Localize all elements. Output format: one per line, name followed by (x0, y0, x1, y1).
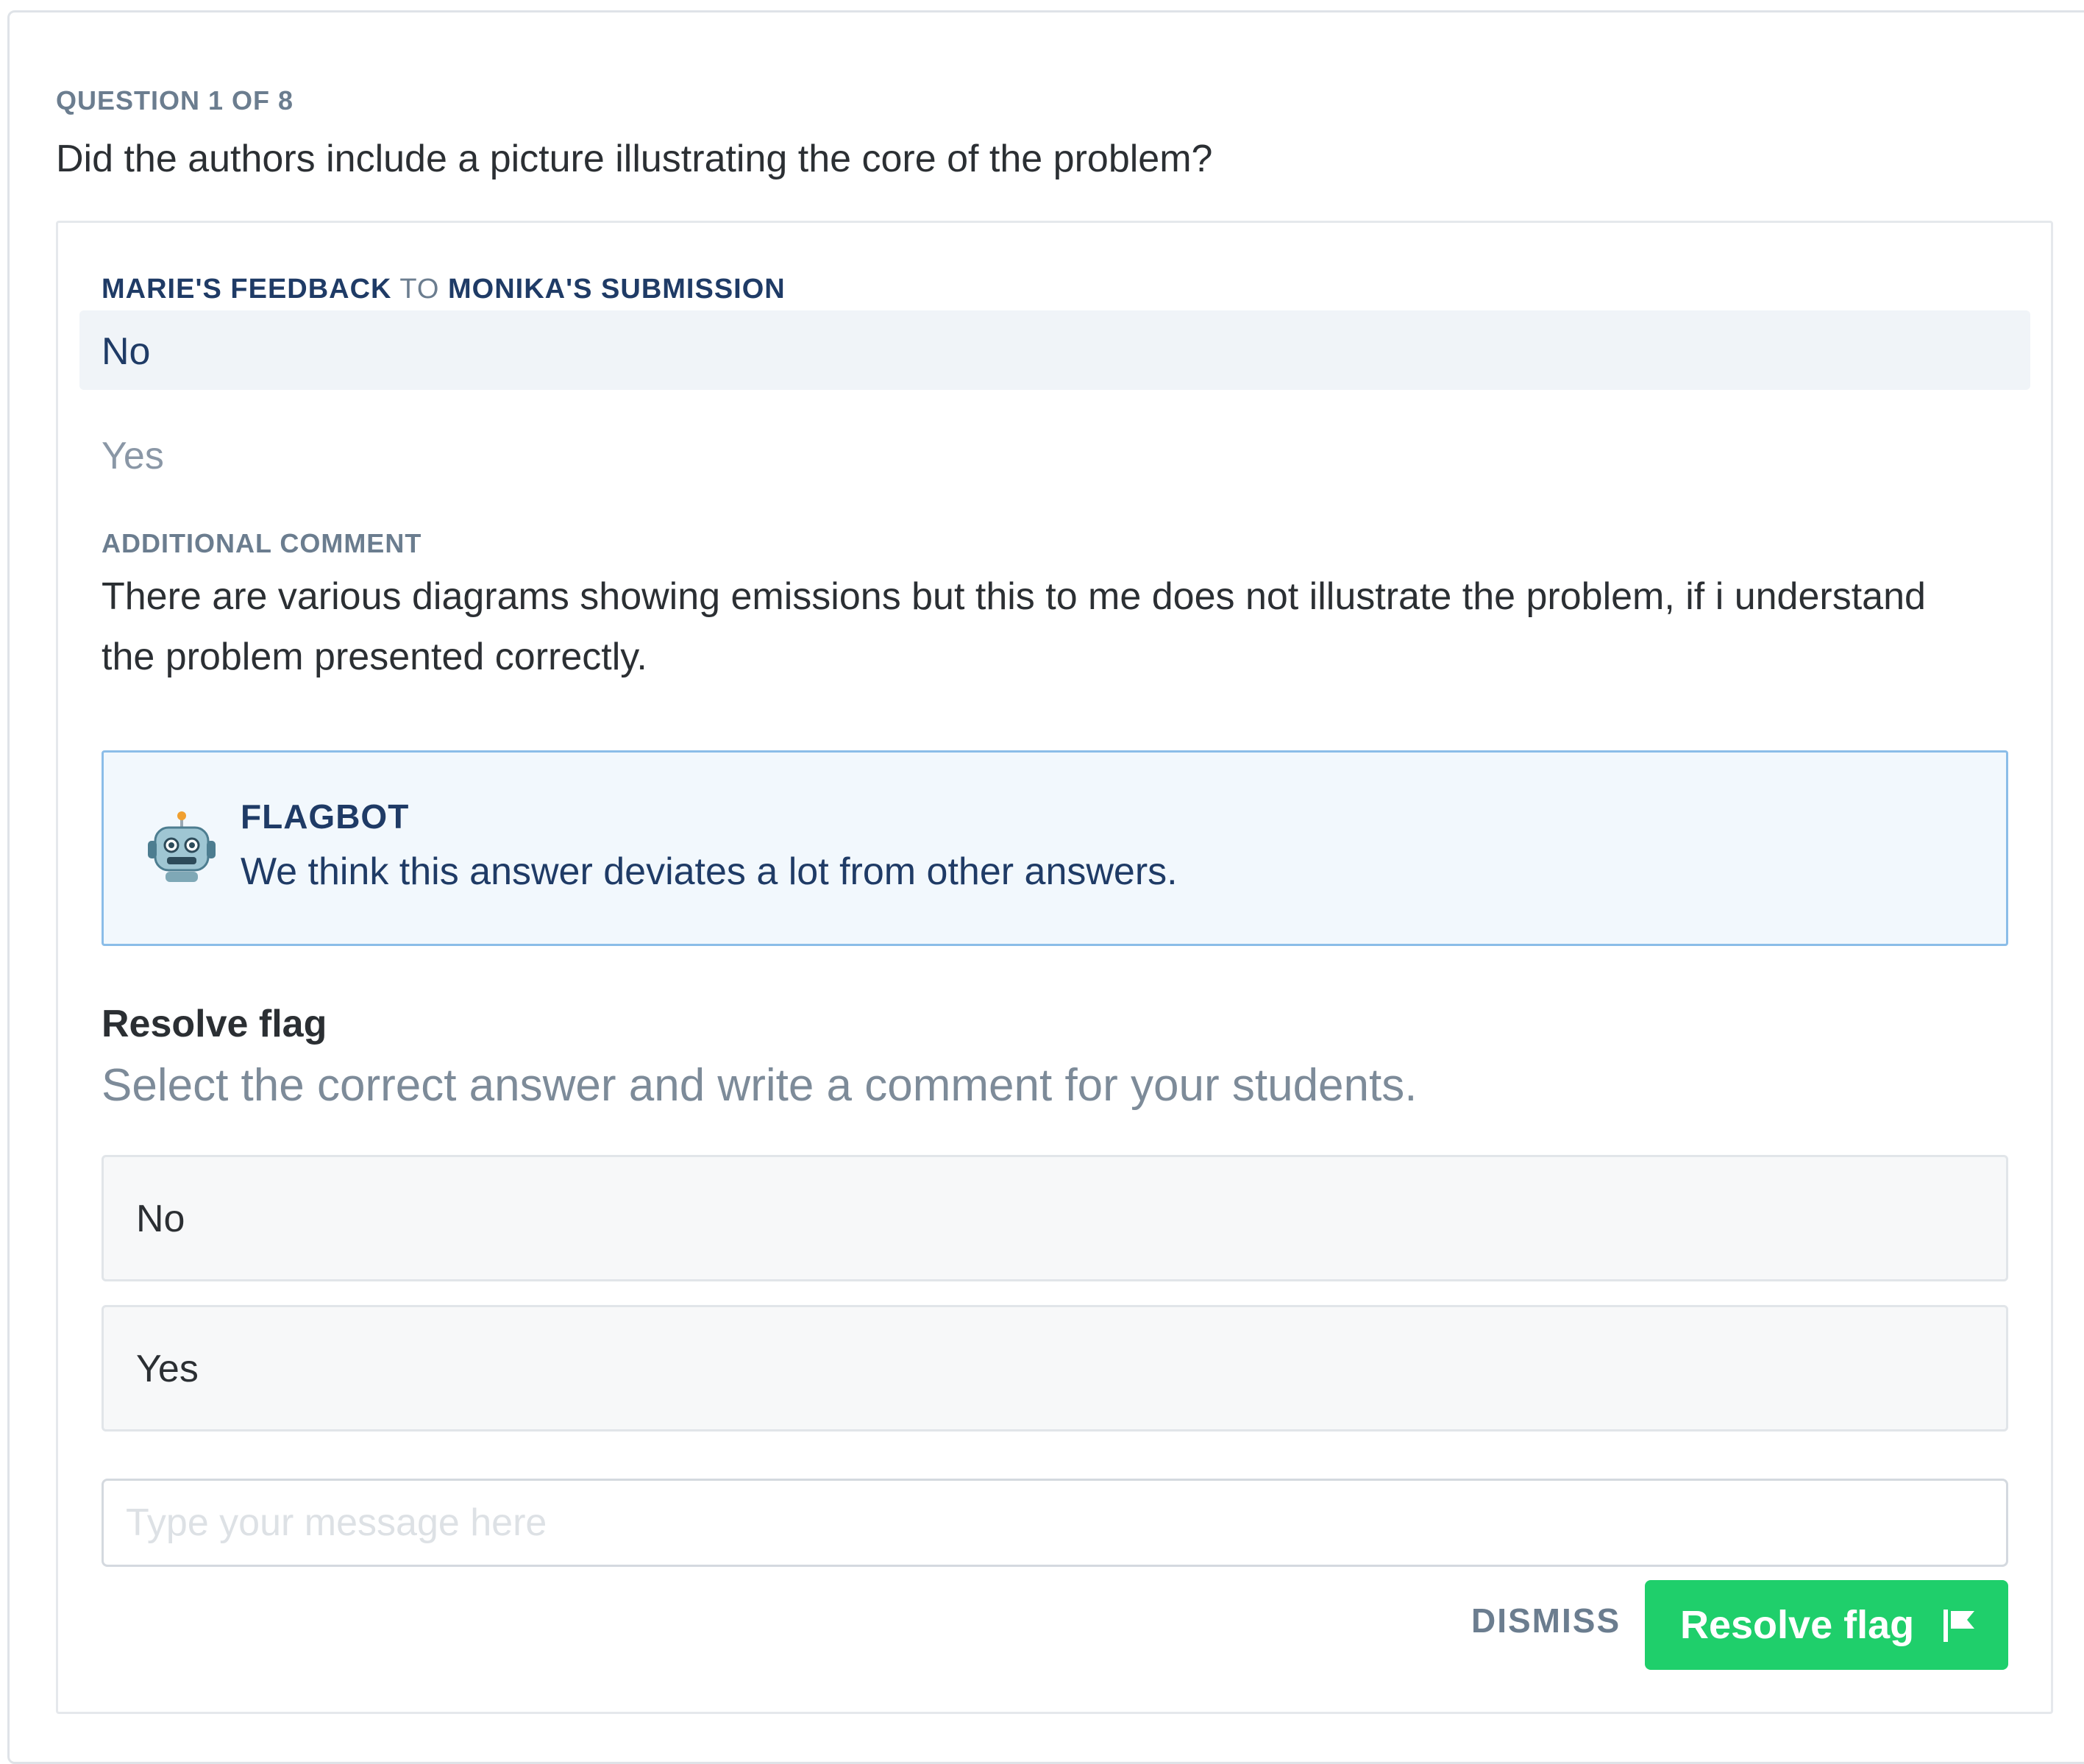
answer-option-yes[interactable]: Yes (102, 1305, 2008, 1432)
resolve-subtitle: Select the correct answer and write a co… (102, 1060, 1418, 1111)
flagbot-alert: FLAGBOT We think this answer deviates a … (102, 750, 2008, 946)
flag-icon (1943, 1610, 1974, 1642)
answer-option-no[interactable]: No (102, 1155, 2008, 1281)
flagbot-title: FLAGBOT (241, 797, 410, 836)
resolve-flag-label: Resolve flag (1680, 1603, 1915, 1647)
comment-label: ADDITIONAL COMMENT (102, 528, 422, 558)
feedback-connector: TO (391, 274, 449, 305)
reviewer-name: MARIE'S FEEDBACK (102, 274, 392, 305)
feedback-header: MARIE'S FEEDBACK TO MONIKA'S SUBMISSION (102, 274, 786, 305)
submission-name: MONIKA'S SUBMISSION (448, 274, 786, 305)
dismiss-button[interactable]: DISMISS (1471, 1601, 1621, 1640)
answer-option-label: No (136, 1198, 185, 1240)
selected-answer: No (79, 310, 2030, 390)
robot-icon (148, 811, 216, 882)
question-counter: QUESTION 1 OF 8 (56, 85, 294, 115)
answer-option-label: Yes (136, 1348, 199, 1390)
other-answer: Yes (102, 435, 164, 477)
comment-text: There are various diagrams showing emiss… (102, 575, 1926, 678)
flagbot-message: We think this answer deviates a lot from… (241, 850, 1178, 893)
message-input[interactable] (102, 1479, 2008, 1567)
resolve-title: Resolve flag (102, 1003, 327, 1045)
resolve-flag-button[interactable]: Resolve flag (1645, 1580, 2008, 1670)
selected-answer-label: No (102, 330, 151, 373)
question-text: Did the authors include a picture illust… (56, 138, 1213, 180)
